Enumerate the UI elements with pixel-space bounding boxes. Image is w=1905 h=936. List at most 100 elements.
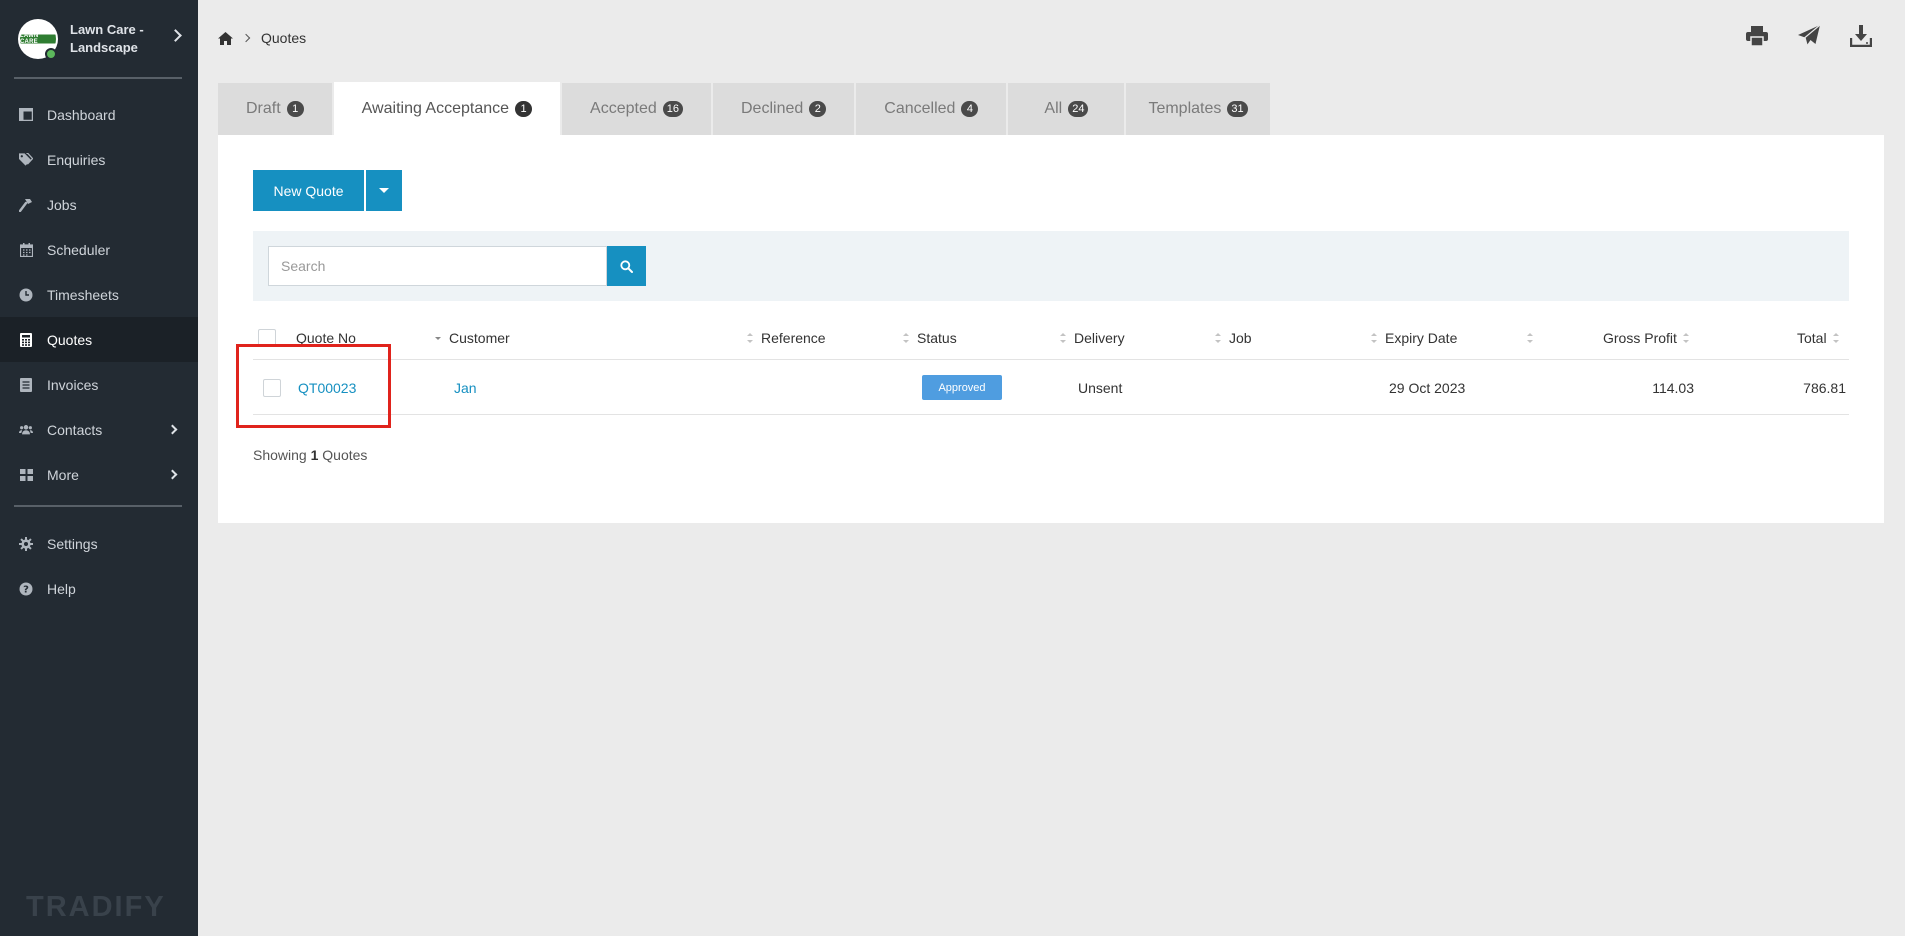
tab-declined[interactable]: Declined 2 <box>713 83 855 135</box>
column-customer[interactable]: Customer <box>435 315 510 360</box>
expiry-date-cell: 29 Oct 2023 <box>1389 379 1466 396</box>
column-label: Job <box>1229 329 1252 346</box>
tab-accepted[interactable]: Accepted 16 <box>562 83 711 135</box>
customer-link[interactable]: Jan <box>454 360 477 415</box>
download-icon[interactable] <box>1849 24 1873 48</box>
sidebar-item-label: Contacts <box>47 421 103 438</box>
sidebar-item-quotes[interactable]: Quotes <box>0 317 198 362</box>
caret-down-icon <box>379 188 389 193</box>
quotes-table: Quote No Customer Reference Status Deliv… <box>253 315 1849 415</box>
sidebar-item-label: Help <box>47 580 76 597</box>
sidebar: LAWN CARE Lawn Care - Landscape Dashboar… <box>0 0 198 936</box>
dashboard-icon <box>19 108 33 122</box>
checkbox[interactable] <box>258 328 276 347</box>
sidebar-item-dashboard[interactable]: Dashboard <box>0 92 198 137</box>
new-quote-dropdown-button[interactable] <box>366 170 402 211</box>
sidebar-item-label: Quotes <box>47 331 93 348</box>
grid-icon <box>19 468 33 482</box>
sidebar-item-enquiries[interactable]: Enquiries <box>0 137 198 182</box>
home-icon[interactable] <box>218 31 233 45</box>
sidebar-item-help[interactable]: ? Help <box>0 566 198 611</box>
top-actions <box>1745 24 1873 48</box>
online-status-dot <box>45 48 57 60</box>
showing-suffix: Quotes <box>322 447 368 463</box>
invoice-icon <box>19 377 33 392</box>
count-badge: 16 <box>662 101 683 117</box>
column-quote-no[interactable]: Quote No <box>296 315 356 360</box>
topbar: Quotes <box>198 0 1905 78</box>
svg-text:?: ? <box>23 584 29 595</box>
column-job[interactable]: Job <box>1215 315 1252 360</box>
sidebar-item-more[interactable]: More <box>0 452 198 497</box>
org-name: Lawn Care - Landscape <box>70 21 144 55</box>
table-row[interactable]: QT00023 Jan Approved Unsent 29 Oct 2023 … <box>253 360 1849 415</box>
status-cell: Approved <box>922 360 1002 415</box>
sidebar-item-settings[interactable]: Settings <box>0 521 198 566</box>
column-gross-profit[interactable]: Gross Profit <box>1603 315 1689 360</box>
sort-desc-icon <box>435 333 441 343</box>
search-bar <box>253 231 1849 301</box>
tab-label: Awaiting Acceptance <box>361 99 510 117</box>
sidebar-item-jobs[interactable]: Jobs <box>0 182 198 227</box>
count-badge: 4 <box>961 101 979 117</box>
tab-templates[interactable]: Templates 31 <box>1126 83 1270 135</box>
count-badge: 2 <box>809 101 827 117</box>
sidebar-item-timesheets[interactable]: Timesheets <box>0 272 198 317</box>
count-badge: 1 <box>515 100 533 117</box>
status-badge: Approved <box>922 375 1002 400</box>
column-total[interactable]: Total <box>1797 315 1839 360</box>
column-label: Reference <box>761 329 826 346</box>
column-delivery[interactable]: Delivery <box>1060 315 1125 360</box>
brand-logo: TRADIFY <box>26 891 166 923</box>
table-header: Quote No Customer Reference Status Deliv… <box>253 315 1849 360</box>
tab-awaiting-acceptance[interactable]: Awaiting Acceptance 1 <box>333 82 561 135</box>
new-quote-button[interactable]: New Quote <box>253 170 364 211</box>
search-button[interactable] <box>607 246 646 286</box>
select-all-checkbox[interactable] <box>258 315 276 360</box>
gear-icon <box>19 536 33 551</box>
tab-cancelled[interactable]: Cancelled 4 <box>856 83 1007 135</box>
sidebar-nav: Dashboard Enquiries Jobs Scheduler Times… <box>0 79 198 497</box>
quote-status-tabs: Draft 1 Awaiting Acceptance 1 Accepted 16 D… <box>218 82 1270 135</box>
showing-count: Showing 1 Quotes <box>253 447 367 463</box>
org-switcher[interactable]: LAWN CARE Lawn Care - Landscape <box>0 0 198 77</box>
tab-label: Draft <box>246 100 281 117</box>
hammer-icon <box>19 198 33 212</box>
breadcrumb-current: Quotes <box>261 30 307 46</box>
sort-icon <box>747 332 753 343</box>
print-icon[interactable] <box>1745 24 1769 48</box>
column-spacer-sort[interactable] <box>1527 315 1533 360</box>
help-icon: ? <box>19 582 33 596</box>
tab-all[interactable]: All 24 <box>1008 83 1125 135</box>
sidebar-item-label: Enquiries <box>47 151 106 168</box>
sidebar-item-contacts[interactable]: Contacts <box>0 407 198 452</box>
column-label: Delivery <box>1074 329 1125 346</box>
search-input[interactable] <box>268 246 607 286</box>
row-checkbox-cell <box>263 360 281 415</box>
column-status[interactable]: Status <box>903 315 957 360</box>
sidebar-item-scheduler[interactable]: Scheduler <box>0 227 198 272</box>
send-icon[interactable] <box>1797 24 1821 48</box>
sort-icon <box>1832 332 1839 343</box>
column-label: Gross Profit <box>1603 329 1677 346</box>
gross-profit-cell: 114.03 <box>1652 379 1694 396</box>
quotes-panel: New Quote Quote No Customer Reference St… <box>218 135 1884 523</box>
quote-no-link[interactable]: QT00023 <box>298 360 356 415</box>
column-reference[interactable]: Reference <box>747 315 826 360</box>
count-badge: 1 <box>286 101 304 117</box>
sidebar-item-label: More <box>47 466 79 483</box>
column-expiry-date[interactable]: Expiry Date <box>1371 315 1457 360</box>
row-checkbox[interactable] <box>263 378 281 397</box>
tags-icon <box>19 153 33 167</box>
chevron-right-icon <box>167 424 178 435</box>
chevron-right-icon <box>169 29 182 42</box>
sort-icon <box>1527 332 1533 343</box>
sidebar-item-label: Invoices <box>47 376 99 393</box>
showing-number: 1 <box>310 447 319 463</box>
total-cell: 786.81 <box>1803 379 1846 396</box>
sort-icon <box>1371 332 1377 343</box>
sidebar-item-invoices[interactable]: Invoices <box>0 362 198 407</box>
sidebar-item-label: Timesheets <box>47 286 119 303</box>
tab-draft[interactable]: Draft 1 <box>218 83 332 135</box>
users-icon <box>19 423 33 437</box>
